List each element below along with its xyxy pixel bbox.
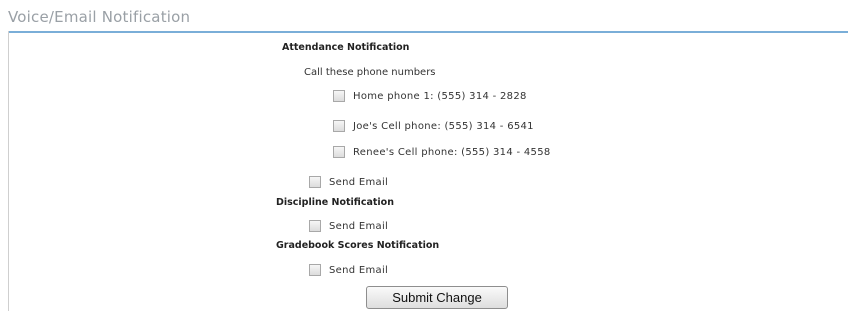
discipline-send-email-option[interactable]: Send Email bbox=[309, 220, 388, 232]
gradebook-send-email-checkbox[interactable] bbox=[309, 264, 321, 276]
gradebook-send-email-label: Send Email bbox=[329, 264, 389, 276]
gradebook-heading: Gradebook Scores Notification bbox=[276, 240, 440, 251]
discipline-send-email-checkbox[interactable] bbox=[309, 220, 321, 232]
renee-cell-phone-label: Renee's Cell phone: (555) 314 - 4558 bbox=[353, 146, 551, 158]
attendance-send-email-checkbox[interactable] bbox=[309, 176, 321, 188]
panel-left-border bbox=[8, 31, 9, 311]
attendance-heading: Attendance Notification bbox=[282, 42, 410, 53]
renee-cell-phone-checkbox[interactable] bbox=[333, 146, 345, 158]
phone-option-home-1[interactable]: Home phone 1: (555) 314 - 2828 bbox=[333, 90, 527, 102]
home-phone-1-label: Home phone 1: (555) 314 - 2828 bbox=[353, 90, 527, 102]
attendance-send-email-option[interactable]: Send Email bbox=[309, 176, 388, 188]
phone-option-renee-cell[interactable]: Renee's Cell phone: (555) 314 - 4558 bbox=[333, 146, 551, 158]
panel-title: Voice/Email Notification bbox=[8, 8, 191, 26]
discipline-send-email-label: Send Email bbox=[329, 220, 389, 232]
title-divider bbox=[8, 31, 848, 33]
joe-cell-phone-checkbox[interactable] bbox=[333, 120, 345, 132]
attendance-send-email-label: Send Email bbox=[329, 176, 389, 188]
call-phone-numbers-label: Call these phone numbers bbox=[304, 67, 436, 78]
discipline-heading: Discipline Notification bbox=[276, 197, 394, 208]
joe-cell-phone-label: Joe's Cell phone: (555) 314 - 6541 bbox=[353, 120, 534, 132]
voice-email-notification-panel: Voice/Email Notification Attendance Noti… bbox=[0, 0, 848, 311]
gradebook-send-email-option[interactable]: Send Email bbox=[309, 264, 388, 276]
phone-option-joe-cell[interactable]: Joe's Cell phone: (555) 314 - 6541 bbox=[333, 120, 534, 132]
home-phone-1-checkbox[interactable] bbox=[333, 90, 345, 102]
submit-change-button[interactable]: Submit Change bbox=[366, 286, 508, 309]
